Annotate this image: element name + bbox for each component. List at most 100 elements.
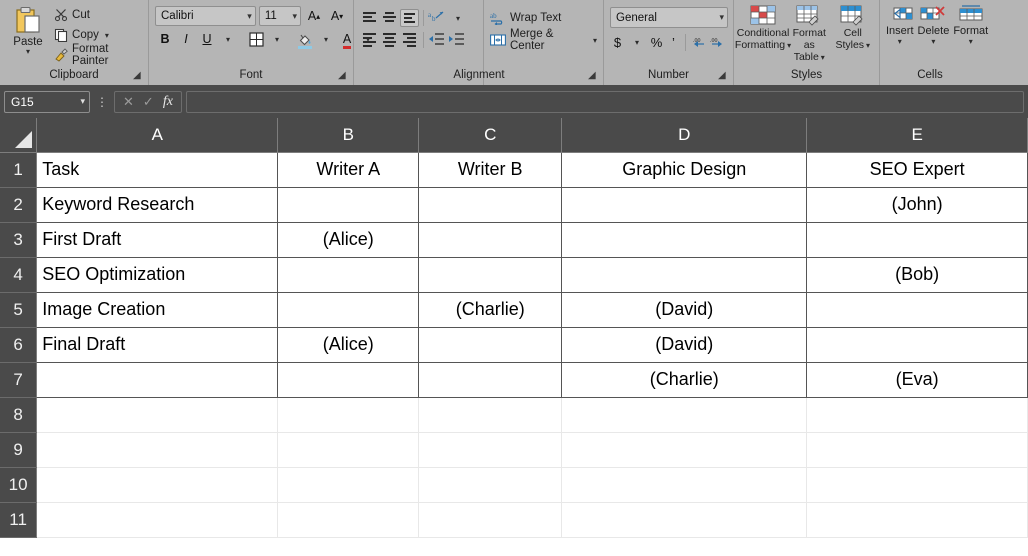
chevron-down-icon[interactable]: ▾	[105, 31, 109, 39]
cell-A3[interactable]: First Draft	[36, 221, 279, 258]
insert-function-icon[interactable]: fx	[163, 94, 173, 110]
chevron-down-icon[interactable]: ▾	[719, 13, 724, 22]
cell-C7[interactable]	[418, 361, 563, 398]
wrap-text-button[interactable]: ab Wrap Text	[490, 7, 597, 29]
format-cells-button[interactable]: Format ▾	[953, 5, 988, 46]
cell-B2[interactable]	[277, 186, 420, 223]
cell-C9[interactable]	[418, 432, 563, 468]
cell-E5[interactable]	[806, 291, 1028, 328]
italic-button[interactable]: I	[176, 29, 196, 49]
cancel-icon[interactable]: ✕	[123, 94, 134, 110]
chevron-down-icon[interactable]: ▾	[292, 11, 297, 20]
font-name-combo[interactable]: Calibri ▾	[155, 6, 256, 26]
orientation-button[interactable]: a b	[428, 9, 447, 27]
cell-D6[interactable]: (David)	[561, 326, 808, 363]
column-header-a[interactable]: A	[36, 118, 279, 153]
row-header-4[interactable]: 4	[0, 257, 38, 293]
cell-B9[interactable]	[277, 432, 420, 468]
cell-D8[interactable]	[561, 397, 808, 433]
increase-font-size-button[interactable]: A ▴	[304, 6, 324, 26]
decrease-decimal-button[interactable]: .00	[709, 35, 726, 50]
paste-button[interactable]: Paste ▾	[6, 3, 50, 56]
row-header-8[interactable]: 8	[0, 397, 38, 433]
chevron-down-icon[interactable]: ▾	[969, 38, 973, 46]
fill-color-dropdown[interactable]: ▾	[316, 29, 336, 49]
row-header-2[interactable]: 2	[0, 187, 38, 223]
orientation-dropdown[interactable]: ▾	[448, 8, 468, 28]
cell-C5[interactable]: (Charlie)	[418, 291, 563, 328]
comma-style-button[interactable]: ’	[666, 35, 681, 50]
cell-E8[interactable]	[806, 397, 1028, 433]
chevron-down-icon[interactable]: ▾	[247, 11, 252, 20]
bold-button[interactable]: B	[155, 29, 175, 49]
row-header-3[interactable]: 3	[0, 222, 38, 258]
cell-B5[interactable]	[277, 291, 420, 328]
cell-A2[interactable]: Keyword Research	[36, 186, 279, 223]
cell-E3[interactable]	[806, 221, 1028, 258]
cell-C8[interactable]	[418, 397, 563, 433]
underline-dropdown[interactable]: ▾	[218, 29, 238, 49]
cell-E9[interactable]	[806, 432, 1028, 468]
cell-D1[interactable]: Graphic Design	[561, 151, 808, 188]
merge-center-button[interactable]: Merge & Center ▾	[490, 28, 597, 52]
cell-A5[interactable]: Image Creation	[36, 291, 279, 328]
cell-B8[interactable]	[277, 397, 420, 433]
chevron-down-icon[interactable]: ▾	[866, 41, 870, 49]
insert-cells-button[interactable]: Insert ▾	[886, 5, 914, 46]
number-dialog-launcher[interactable]: ◢	[718, 71, 728, 81]
cell-A10[interactable]	[36, 467, 279, 503]
row-header-9[interactable]: 9	[0, 432, 38, 468]
cell-C1[interactable]: Writer B	[418, 151, 563, 188]
conditional-formatting-button[interactable]: Conditional Formatting ▾	[735, 5, 791, 51]
decrease-font-size-button[interactable]: A ▾	[327, 6, 347, 26]
cell-E4[interactable]: (Bob)	[806, 256, 1028, 293]
cell-B10[interactable]	[277, 467, 420, 503]
cell-styles-button[interactable]: Cell Styles ▾	[833, 5, 874, 51]
chevron-down-icon[interactable]: ▾	[26, 48, 30, 56]
cell-E7[interactable]: (Eva)	[806, 361, 1028, 398]
align-center-button[interactable]	[380, 31, 399, 49]
cell-C3[interactable]	[418, 221, 563, 258]
cell-D9[interactable]	[561, 432, 808, 468]
select-all-corner[interactable]	[0, 118, 38, 153]
cell-B7[interactable]	[277, 361, 420, 398]
underline-button[interactable]: U	[197, 29, 217, 49]
cell-B3[interactable]: (Alice)	[277, 221, 420, 258]
clipboard-dialog-launcher[interactable]: ◢	[133, 71, 143, 81]
column-header-e[interactable]: E	[806, 118, 1028, 153]
cell-D4[interactable]	[561, 256, 808, 293]
increase-indent-button[interactable]	[448, 31, 467, 49]
cell-A8[interactable]	[36, 397, 279, 433]
cell-E6[interactable]	[806, 326, 1028, 363]
cell-C6[interactable]	[418, 326, 563, 363]
cell-A7[interactable]	[36, 361, 279, 398]
cell-E1[interactable]: SEO Expert	[806, 151, 1028, 188]
cell-D10[interactable]	[561, 467, 808, 503]
chevron-down-icon[interactable]: ▾	[898, 38, 902, 46]
font-size-combo[interactable]: 11 ▾	[258, 6, 301, 26]
cell-C2[interactable]	[418, 186, 563, 223]
cell-A1[interactable]: Task	[36, 151, 279, 188]
cell-A11[interactable]	[36, 502, 279, 538]
align-right-button[interactable]	[400, 31, 419, 49]
cell-A4[interactable]: SEO Optimization	[36, 256, 279, 293]
column-header-c[interactable]: C	[418, 118, 563, 153]
cut-button[interactable]: Cut	[52, 6, 142, 24]
row-header-1[interactable]: 1	[0, 152, 38, 188]
font-dialog-launcher[interactable]: ◢	[338, 71, 348, 81]
chevron-down-icon[interactable]: ▾	[821, 53, 825, 61]
alignment-dialog-launcher[interactable]: ◢	[588, 71, 598, 81]
fill-color-button[interactable]	[295, 29, 315, 49]
cell-A9[interactable]	[36, 432, 279, 468]
middle-align-button[interactable]	[380, 9, 399, 27]
format-painter-button[interactable]: Format Painter	[52, 43, 142, 67]
cell-C10[interactable]	[418, 467, 563, 503]
chevron-down-icon[interactable]: ▾	[593, 36, 597, 44]
accounting-dropdown[interactable]: ▾	[627, 32, 647, 52]
row-header-10[interactable]: 10	[0, 467, 38, 503]
cell-E2[interactable]: (John)	[806, 186, 1028, 223]
cell-D5[interactable]: (David)	[561, 291, 808, 328]
formula-input[interactable]	[185, 90, 1024, 113]
delete-cells-button[interactable]: Delete ▾	[918, 5, 949, 46]
cell-A6[interactable]: Final Draft	[36, 326, 279, 363]
